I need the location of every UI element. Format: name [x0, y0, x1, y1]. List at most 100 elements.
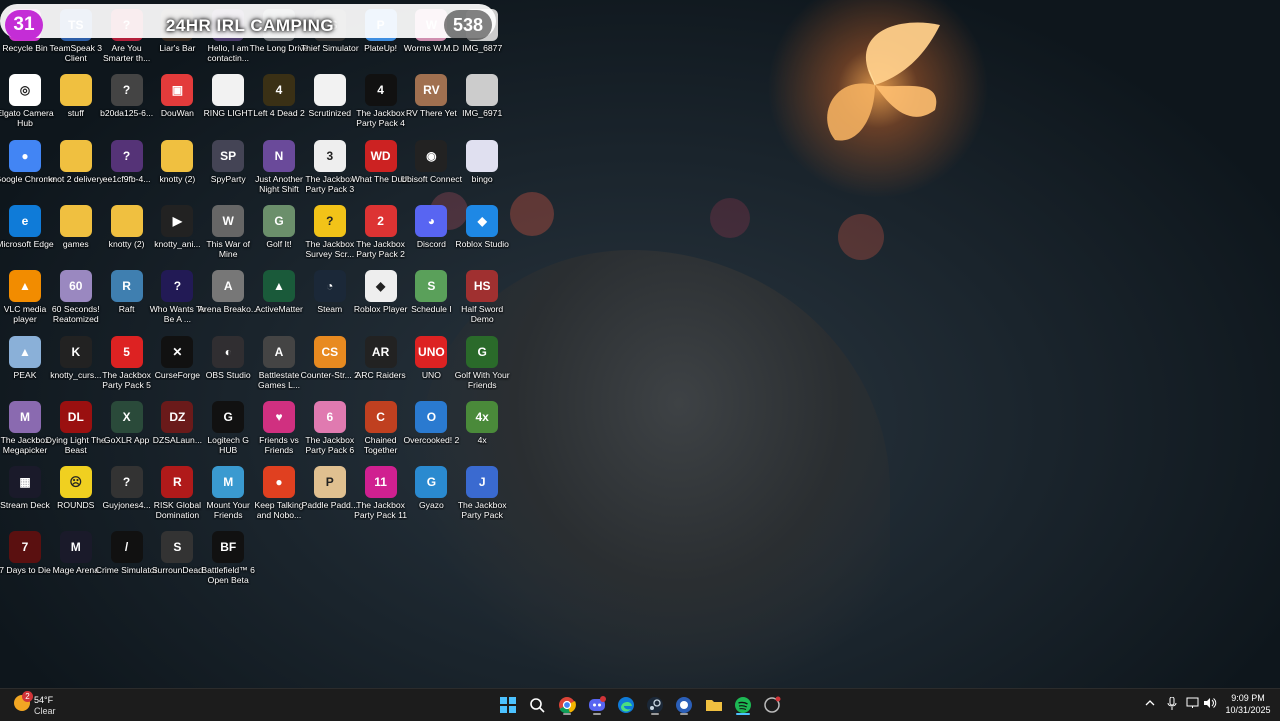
microphone-icon — [1167, 696, 1177, 710]
night-shift-icon: N — [263, 139, 295, 172]
gyazo-icon: G — [415, 466, 448, 499]
running-indicator — [563, 713, 571, 715]
what-the-dub-icon: WD — [364, 139, 397, 172]
golf-it-icon: G — [263, 204, 295, 237]
this-war-of-mine-icon: W — [212, 204, 245, 237]
obs-icon: ◐ — [212, 335, 245, 368]
curseforge-icon: ✕ — [161, 335, 194, 368]
clock-date: 10/31/2025 — [1225, 705, 1271, 715]
clock-time: 9:09 PM — [1231, 693, 1265, 703]
spyparty-icon: SP — [212, 139, 245, 172]
jackbox-icon: 5 — [110, 335, 143, 368]
desktop-icon[interactable]: IMG_6971 — [451, 69, 513, 133]
battlefield-icon: BF — [212, 531, 245, 564]
friends-vs-friends-icon: ♥ — [263, 400, 295, 433]
search-icon — [530, 698, 545, 713]
file-icon: ? — [110, 466, 143, 499]
cursor-file-icon: K — [59, 335, 92, 368]
file-icon: ? — [110, 74, 143, 107]
clock[interactable]: 9:09 PM 10/31/2025 — [1222, 692, 1274, 716]
jackbox-icon: J — [466, 466, 499, 499]
taskbar-edge[interactable] — [614, 693, 638, 717]
edge-icon: e — [9, 204, 41, 237]
chevron-up-icon — [1145, 700, 1155, 706]
taskbar-steam[interactable] — [643, 693, 667, 717]
dying-light-icon: DL — [59, 400, 92, 433]
desktop-icon-label: 4x — [477, 434, 487, 445]
desktop-icon[interactable]: bingo — [451, 135, 513, 199]
goxlr-icon: X — [110, 400, 143, 433]
paddle-icon: P — [313, 466, 346, 499]
app-icon — [764, 696, 781, 713]
microphone-button[interactable] — [1167, 696, 1177, 714]
folder-icon — [59, 139, 92, 172]
discord-icon: ◕ — [415, 204, 448, 237]
file-icon: ? — [110, 139, 143, 172]
taskbar-app[interactable] — [672, 693, 696, 717]
shortcut-icon: 4x — [466, 400, 499, 433]
ubisoft-icon: ◉ — [415, 139, 448, 172]
taskbar-chrome[interactable] — [555, 693, 579, 717]
half-sword-icon: HS — [466, 270, 499, 303]
chained-together-icon: C — [364, 400, 397, 433]
desktop-icon[interactable]: J The Jackbox Party Pack — [451, 461, 513, 525]
wallpaper-bokeh — [710, 198, 750, 238]
start-button[interactable] — [496, 693, 520, 717]
show-hidden-icons-button[interactable] — [1145, 697, 1155, 711]
taskbar-spotify[interactable] — [731, 693, 755, 717]
jackbox-icon: 3 — [313, 139, 346, 172]
desktop-icon[interactable]: G Golf With Your Friends — [451, 331, 513, 395]
surroundead-icon: S — [161, 531, 194, 564]
keep-talking-icon: ● — [263, 466, 295, 499]
desktop-icon[interactable]: 4x 4x — [451, 396, 513, 460]
text-file-icon — [313, 74, 346, 107]
running-indicator — [593, 713, 601, 715]
jackbox-icon: 4 — [364, 74, 397, 107]
running-indicator — [680, 713, 688, 715]
elgato-camera-icon: ◎ — [9, 74, 41, 107]
volume-button[interactable] — [1203, 697, 1217, 712]
douwan-icon: ▣ — [161, 74, 194, 107]
taskbar-discord[interactable] — [585, 693, 609, 717]
weather-temperature: 54°F — [34, 695, 54, 705]
seven-days-icon: 7 — [9, 531, 41, 564]
peak-icon: ▲ — [9, 335, 41, 368]
folder-icon — [59, 74, 92, 107]
battlestate-icon: A — [263, 335, 295, 368]
desktop-icon-label: Golf With Your Friends — [454, 369, 510, 390]
search-button[interactable] — [525, 693, 549, 717]
overlay-right-counter: 538 — [444, 10, 492, 40]
image-file-icon — [466, 139, 499, 172]
wallpaper-bokeh — [510, 192, 554, 236]
desktop-icon[interactable]: BF Battlefield™ 6 Open Beta — [197, 526, 259, 590]
schedule-one-icon: S — [415, 270, 448, 303]
windows-logo-icon — [500, 697, 516, 713]
mage-arena-icon: M — [59, 531, 92, 564]
running-indicator — [736, 713, 750, 715]
arc-raiders-icon: AR — [364, 335, 397, 368]
jackbox-icon: 11 — [364, 466, 397, 499]
running-indicator — [651, 713, 659, 715]
network-button[interactable] — [1186, 697, 1200, 712]
taskbar-file-explorer[interactable] — [702, 693, 726, 717]
steam-icon — [647, 697, 663, 713]
active-matter-icon: ▲ — [263, 270, 295, 303]
desktop[interactable]: Recycle BinTSTeamSpeak 3 Client?Are You … — [0, 0, 1280, 688]
weather-condition: Clear — [34, 706, 56, 716]
desktop-icon-label: bingo — [471, 173, 493, 184]
desktop-icon-label: Battlefield™ 6 Open Beta — [201, 565, 255, 586]
steam-icon: ◔ — [313, 270, 346, 303]
logitech-icon: G — [212, 400, 245, 433]
spotify-icon — [735, 697, 751, 713]
jackbox-icon: ? — [313, 204, 346, 237]
taskbar-app[interactable] — [760, 693, 784, 717]
network-icon — [1186, 697, 1199, 708]
desktop-icon[interactable]: ◆ Roblox Studio — [451, 200, 513, 264]
jackbox-icon: 2 — [364, 204, 397, 237]
counter-strike-icon: CS — [313, 335, 346, 368]
discord-icon — [589, 696, 606, 711]
folder-icon — [110, 204, 143, 237]
desktop-icon[interactable]: HS Half Sword Demo — [451, 265, 513, 329]
chrome-icon — [559, 697, 576, 714]
overcooked-icon: O — [415, 400, 448, 433]
